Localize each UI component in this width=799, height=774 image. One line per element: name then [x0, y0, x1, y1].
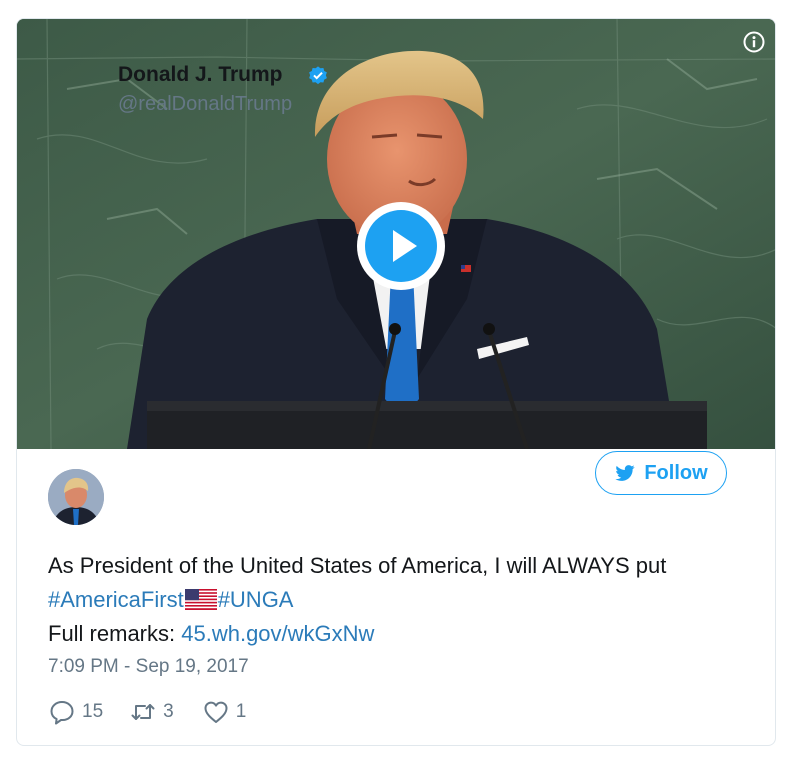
avatar[interactable] [48, 469, 104, 525]
retweet-icon [131, 704, 155, 720]
author-name[interactable]: Donald J. Trump [118, 63, 283, 87]
tweet-text: As President of the United States of Ame… [48, 549, 758, 651]
author-handle[interactable]: @realDonaldTrump [118, 93, 292, 116]
reply-icon [50, 701, 74, 725]
follow-button[interactable]: Follow [595, 451, 727, 495]
retweet-count: 3 [163, 701, 174, 722]
follow-label: Follow [644, 461, 708, 484]
tweet-hashtags-line: #AmericaFirst #UNGA [48, 583, 758, 617]
tweet-timestamp[interactable]: 7:09 PM - Sep 19, 2017 [48, 656, 249, 678]
verified-badge-icon [309, 66, 327, 85]
like-count: 1 [235, 701, 247, 722]
reply-count: 15 [82, 701, 104, 722]
full-remarks-label: Full remarks: [48, 621, 182, 646]
tweet-remarks-line: Full remarks: 45.wh.gov/wkGxNw [48, 617, 758, 651]
heart-icon [204, 701, 228, 723]
retweet-button[interactable]: 3 [129, 698, 174, 726]
us-flag-icon [184, 589, 217, 610]
hashtag-america-first[interactable]: #AmericaFirst [48, 587, 184, 612]
twitter-bird-icon [615, 465, 635, 481]
tweet-text-line: As President of the United States of Ame… [48, 553, 667, 578]
play-icon[interactable] [355, 200, 447, 292]
remarks-link[interactable]: 45.wh.gov/wkGxNw [181, 621, 374, 646]
like-button[interactable]: 1 [202, 698, 247, 726]
info-icon[interactable] [743, 31, 765, 53]
tweet-card: Donald J. Trump @realDonaldTrump As Pres… [16, 18, 776, 746]
hashtag-unga[interactable]: #UNGA [218, 587, 294, 612]
reply-button[interactable]: 15 [48, 698, 103, 726]
tweet-actions: 15 3 1 [48, 697, 246, 727]
